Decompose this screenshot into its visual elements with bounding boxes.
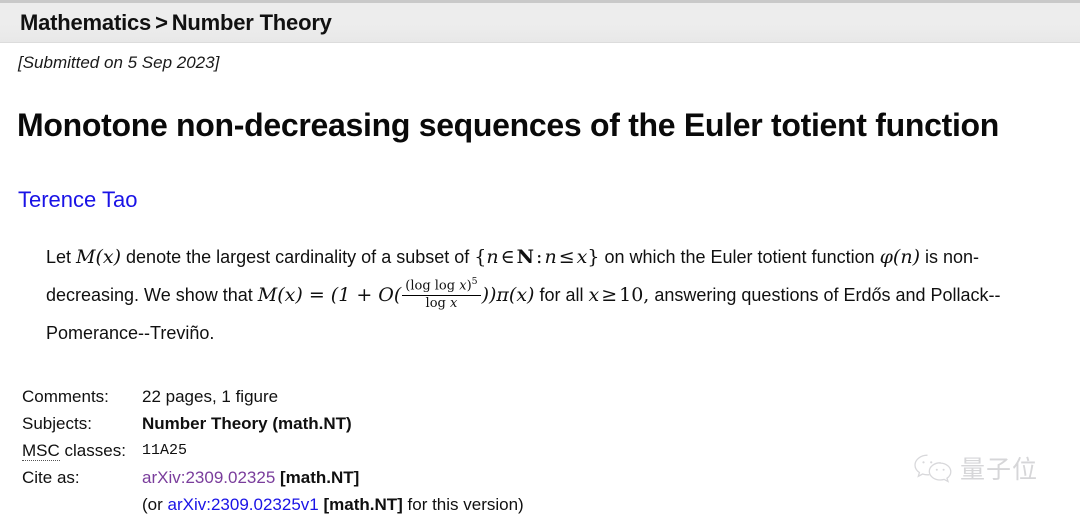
metadata-value-msc-classes: 11A25 bbox=[142, 442, 188, 459]
author-link-terence-tao[interactable]: Terence Tao bbox=[18, 187, 137, 212]
abstract-text: Let M(x) denote the largest cardinality … bbox=[46, 238, 1021, 352]
math-less-or-equal: ≤ bbox=[558, 246, 575, 268]
watermark-text: 量子位 bbox=[960, 454, 1039, 484]
metadata-value-subjects: Number Theory (math.NT) bbox=[142, 414, 352, 433]
math-fraction: (log log x)5 log x bbox=[402, 275, 481, 312]
metadata-value-cite-as: arXiv:2309.02325 [math.NT] bbox=[142, 464, 359, 491]
metadata-row-subjects: Subjects: Number Theory (math.NT) bbox=[22, 410, 524, 437]
breadcrumb: Mathematics > Number Theory bbox=[0, 10, 332, 36]
wechat-bubbles-icon bbox=[912, 452, 956, 486]
math-var-n: n bbox=[486, 246, 499, 268]
math-equation-rhs: ))π(x) bbox=[481, 284, 535, 306]
arxiv-id-link[interactable]: arXiv:2309.02325 bbox=[142, 468, 275, 487]
author-list: Terence Tao bbox=[18, 187, 137, 213]
math-var-x-final: x bbox=[588, 284, 600, 306]
metadata-label-comments: Comments: bbox=[22, 387, 109, 406]
math-equation-lhs: M(x) = (1 + O( bbox=[257, 284, 402, 306]
arxiv-version-link[interactable]: arXiv:2309.02325v1 bbox=[168, 495, 319, 514]
metadata-row-comments: Comments: 22 pages, 1 figure bbox=[22, 383, 524, 410]
math-log-text: log bbox=[425, 295, 450, 311]
abstract-fragment: for all bbox=[534, 285, 589, 305]
math-loglog-var: x bbox=[459, 277, 467, 293]
math-phi-of-n: φ(n) bbox=[879, 246, 920, 268]
math-element-of: ∈ bbox=[500, 246, 515, 268]
metadata-label-cite-as: Cite as: bbox=[22, 468, 80, 487]
math-var-x: x bbox=[576, 246, 588, 268]
math-exponent-5: 5 bbox=[471, 275, 478, 287]
version-category-tag: [math.NT] bbox=[323, 495, 403, 514]
metadata-value-version: (or arXiv:2309.02325v1 [math.NT] for thi… bbox=[142, 491, 524, 518]
math-value-10: 10, bbox=[619, 284, 650, 306]
watermark: 量子位 bbox=[912, 452, 1038, 486]
breadcrumb-bar: Mathematics > Number Theory bbox=[0, 0, 1080, 43]
arxiv-category-tag-text: [math.NT] bbox=[280, 468, 360, 487]
metadata-row-version: (or arXiv:2309.02325v1 [math.NT] for thi… bbox=[22, 491, 524, 518]
metadata-label-msc-rest: classes: bbox=[59, 441, 126, 460]
metadata-label-msc-classes: MSC classes: bbox=[22, 437, 142, 464]
math-colon: : bbox=[536, 246, 543, 268]
breadcrumb-primary[interactable]: Mathematics bbox=[20, 10, 151, 35]
abstract-fragment: denote the largest cardinality of a subs… bbox=[121, 247, 475, 267]
submission-date: [Submitted on 5 Sep 2023] bbox=[18, 53, 220, 72]
math-set-naturals: N bbox=[516, 246, 535, 268]
math-fraction-denominator: log x bbox=[402, 296, 480, 312]
breadcrumb-secondary[interactable]: Number Theory bbox=[172, 10, 332, 35]
breadcrumb-separator: > bbox=[155, 9, 168, 35]
math-log-var: x bbox=[449, 295, 458, 311]
version-suffix: for this version) bbox=[402, 495, 524, 514]
abstract-fragment: on which the Euler totient function bbox=[599, 247, 880, 267]
math-loglog-text: (log log bbox=[405, 277, 460, 293]
math-greater-or-equal: ≥ bbox=[601, 284, 618, 306]
metadata-row-cite-as: Cite as: arXiv:2309.02325 [math.NT] bbox=[22, 464, 524, 491]
math-brace-open: { bbox=[474, 246, 487, 268]
metadata-table: Comments: 22 pages, 1 figure Subjects: N… bbox=[22, 383, 524, 518]
version-prefix: (or bbox=[142, 495, 168, 514]
math-fraction-numerator: (log log x)5 bbox=[402, 275, 481, 296]
page-title: Monotone non-decreasing sequences of the… bbox=[17, 107, 1000, 144]
math-brace-close: } bbox=[587, 246, 600, 268]
math-m-of-x: M(x) bbox=[76, 246, 122, 268]
metadata-row-msc-classes: MSC classes: 11A25 bbox=[22, 437, 524, 464]
metadata-label-subjects: Subjects: bbox=[22, 414, 92, 433]
metadata-label-msc-abbr: MSC bbox=[22, 441, 60, 461]
abstract-fragment: Let bbox=[46, 247, 77, 267]
metadata-value-comments: 22 pages, 1 figure bbox=[142, 387, 279, 406]
math-var-n-2: n bbox=[544, 246, 557, 268]
